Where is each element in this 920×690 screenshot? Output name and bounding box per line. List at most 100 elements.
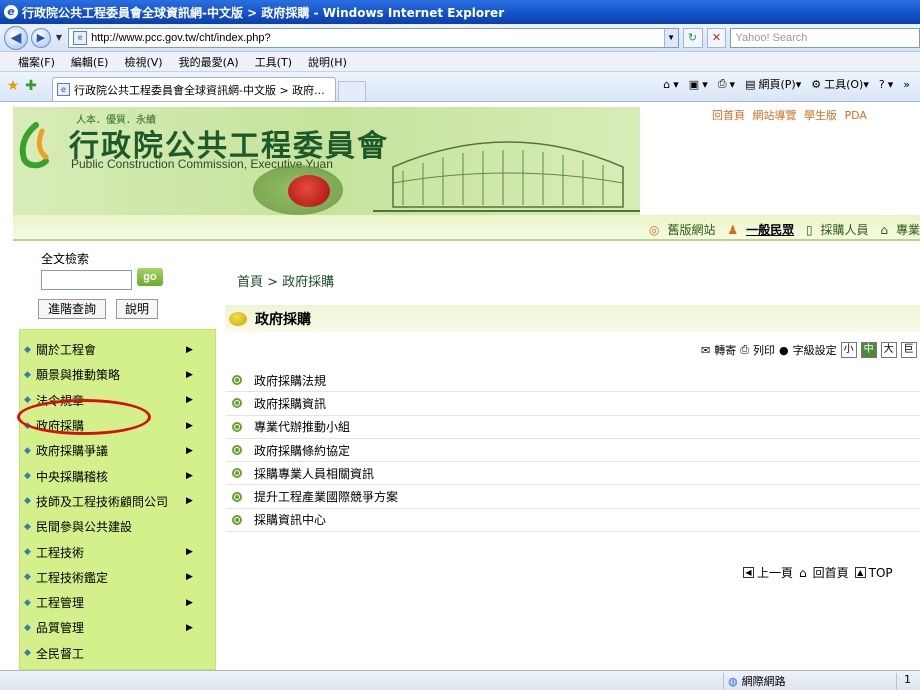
font-huge-button[interactable]: 巨 (900, 342, 917, 358)
list-item[interactable]: 政府採購資訊 (226, 392, 920, 416)
site-banner: 人本．優質．永續 行政院公共工程委員會 Public Construction … (13, 107, 640, 215)
print-button[interactable]: ⎙ ▾ (718, 77, 735, 91)
new-tab-button[interactable] (338, 81, 366, 101)
status-bar: ◍ 網際網路 1 (0, 670, 920, 690)
sidebar-item[interactable]: ◆ 民間參與公共建設 (20, 514, 215, 539)
list-item[interactable]: 政府採購條約協定 (226, 439, 920, 463)
font-icon: ● (779, 343, 789, 357)
font-size-label: 字級設定 (792, 344, 837, 357)
menu-help[interactable]: 說明(H) (308, 54, 347, 70)
breadcrumb: 首頁 > 政府採購 (237, 275, 335, 290)
mail-icon: ✉ (701, 343, 711, 357)
tab-current[interactable]: e 行政院公共工程委員會全球資訊網-中文版 > 政府... (52, 77, 336, 101)
bullet-icon: ◆ (24, 521, 31, 532)
feeds-button[interactable]: ▣ ▾ (689, 78, 708, 91)
home-link[interactable]: 回首頁 (712, 109, 745, 122)
command-bar: ⌂ ▾ ▣ ▾ ⎙ ▾ ▤ 網頁(P) ▾ ⚙ 工具(O) ▾ ? ▾ » (663, 76, 920, 92)
font-small-button[interactable]: 小 (840, 342, 857, 358)
public-link[interactable]: 一般民眾 (746, 223, 794, 237)
forward-button[interactable]: ▶ (30, 27, 51, 48)
sidebar-item[interactable]: ◆ 中央採購稽核 ▶ (20, 463, 215, 488)
old-site-link[interactable]: 舊版網站 (667, 223, 715, 237)
chevron-right-icon: ▶ (186, 547, 193, 558)
chevron-right-icon: ▶ (186, 597, 193, 608)
tab-bar: ★ ✚ e 行政院公共工程委員會全球資訊網-中文版 > 政府... ⌂ ▾ ▣ ▾ … (0, 72, 920, 102)
chevron-right-icon: ▶ (186, 622, 193, 633)
rss-icon: ▣ (688, 77, 700, 91)
status-divider (723, 673, 724, 689)
bullet-icon: ◆ (24, 648, 31, 659)
up-arrow-icon: ▲ (854, 567, 866, 578)
menu-edit[interactable]: 編輯(E) (71, 54, 109, 70)
sidebar-item[interactable]: ◆ 工程技術鑑定 ▶ (20, 565, 215, 590)
list-item[interactable]: 提升工程產業國際競爭方案 (226, 485, 920, 509)
recent-pages-dropdown-icon[interactable]: ▼ (56, 33, 62, 42)
favorites-star-icon[interactable]: ★ (4, 75, 22, 97)
font-large-button[interactable]: 大 (880, 342, 897, 358)
search-input[interactable]: Yahoo! Search (730, 27, 920, 48)
advanced-search-button[interactable]: 進階查詢 (38, 299, 106, 319)
top-links: 回首頁 網站導覽 學生版 PDA (712, 107, 871, 123)
page-content: 人本．優質．永續 行政院公共工程委員會 Public Construction … (0, 103, 920, 670)
graduate-cap-icon: ⌂ (880, 223, 889, 237)
sidebar-item[interactable]: ◆ 關於工程會 ▶ (20, 337, 215, 362)
chevron-right-icon: ▶ (186, 471, 193, 482)
pda-link[interactable]: PDA (845, 109, 867, 122)
overflow-button[interactable]: » (903, 78, 910, 91)
sitemap-link[interactable]: 網站導覽 (753, 109, 797, 122)
stadium-illustration (373, 141, 640, 212)
help-icon: ? (878, 77, 885, 91)
sidebar-item[interactable]: ◆ 政府採購爭議 ▶ (20, 438, 215, 463)
procurement-staff-link[interactable]: 採購人員 (821, 223, 869, 237)
menu-file[interactable]: 檔案(F) (18, 54, 55, 70)
list-item[interactable]: 政府採購法規 (226, 369, 920, 393)
sidebar-item[interactable]: ◆ 品質管理 ▶ (20, 615, 215, 640)
sidebar-item[interactable]: ◆ 願景與推動策略 ▶ (20, 362, 215, 387)
refresh-button[interactable]: ↻ (682, 27, 703, 48)
menu-tools[interactable]: 工具(T) (255, 54, 292, 70)
top-link[interactable]: TOP (869, 566, 893, 580)
fulltext-search-input[interactable] (41, 270, 132, 290)
search-help-button[interactable]: 說明 (116, 299, 158, 319)
menu-favorites[interactable]: 我的最愛(A) (179, 54, 239, 70)
tools-menu[interactable]: ⚙ 工具(O) ▾ (811, 76, 869, 92)
home-button[interactable]: ⌂ ▾ (663, 78, 679, 91)
home-icon: ⌂ (663, 77, 671, 91)
bullet-circle-icon (232, 398, 242, 409)
printer-icon: ⎙ (717, 77, 727, 90)
chevron-right-icon: ▶ (186, 572, 193, 583)
bullet-icon: ◆ (24, 597, 31, 608)
bullet-circle-icon (232, 375, 242, 386)
professional-link[interactable]: 專業技 (896, 223, 920, 237)
list-item[interactable]: 採購專業人員相關資訊 (226, 462, 920, 486)
print-link[interactable]: 列印 (753, 342, 775, 358)
list-item[interactable]: 採購資訊中心 (226, 509, 920, 533)
help-menu[interactable]: ? ▾ (879, 78, 893, 91)
go-button[interactable]: go (137, 268, 163, 286)
zoom-level[interactable]: 1 (904, 673, 911, 686)
add-favorite-icon[interactable]: ✚ (22, 75, 40, 97)
sidebar-item[interactable]: ◆ 全民督工 (20, 641, 215, 666)
sidebar-item[interactable]: ◆ 工程管理 ▶ (20, 590, 215, 615)
page-menu[interactable]: ▤ 網頁(P) ▾ (745, 76, 801, 92)
address-bar[interactable]: e http://www.pcc.gov.tw/cht/index.php? ▼ (68, 27, 679, 48)
security-zone[interactable]: ◍ 網際網路 (728, 673, 786, 689)
list-item[interactable]: 專業代辦推動小組 (226, 416, 920, 439)
status-divider (896, 673, 897, 689)
stop-button[interactable]: ✕ (706, 27, 727, 48)
document-icon: ▯ (805, 223, 813, 237)
forward-link[interactable]: 轉寄 (714, 342, 736, 358)
menu-view[interactable]: 檢視(V) (124, 54, 162, 70)
footer-home-link[interactable]: 回首頁 (813, 564, 849, 581)
window-title: 行政院公共工程委員會全球資訊網-中文版 > 政府採購 - Windows Int… (22, 5, 505, 20)
font-medium-button[interactable]: 中 (860, 342, 877, 358)
bullet-circle-icon (232, 491, 242, 502)
previous-page-link[interactable]: 上一頁 (757, 564, 793, 581)
url-text[interactable]: http://www.pcc.gov.tw/cht/index.php? (91, 32, 663, 44)
student-version-link[interactable]: 學生版 (804, 109, 837, 122)
address-dropdown-icon[interactable]: ▼ (663, 28, 678, 47)
bullet-icon: ◆ (24, 344, 31, 355)
sidebar-item[interactable]: ◆ 技師及工程技術顧問公司 ▶ (20, 489, 215, 514)
back-button[interactable]: ◀ (4, 25, 28, 50)
sidebar-item[interactable]: ◆ 工程技術 ▶ (20, 539, 215, 564)
